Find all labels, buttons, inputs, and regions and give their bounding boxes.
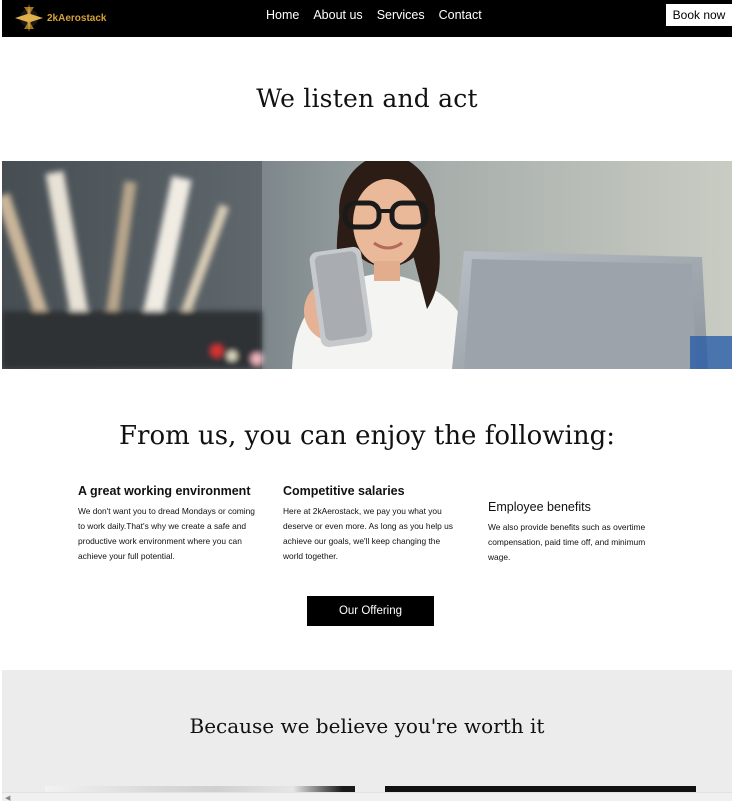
benefit-heading: Competitive salaries — [283, 484, 405, 498]
book-now-button[interactable]: Book now — [666, 4, 732, 26]
our-offering-button[interactable]: Our Offering — [307, 596, 434, 626]
page: 2kAerostack Home About us Services Conta… — [2, 0, 732, 801]
benefits-title: From us, you can enjoy the following: — [118, 421, 615, 451]
benefit-body: We don't want you to dread Mondays or co… — [78, 506, 255, 561]
woman-with-phone-photo — [2, 161, 732, 369]
benefit-card: Employee benefits We also provide benefi… — [488, 500, 666, 565]
nav-links: Home About us Services Contact — [266, 0, 482, 30]
benefit-body: We also provide benefits such as overtim… — [488, 522, 646, 562]
nav-link-home[interactable]: Home — [266, 8, 299, 22]
benefit-body: Here at 2kAerostack, we pay you what you… — [283, 506, 453, 561]
horizontal-scrollbar[interactable]: ◀ — [2, 792, 732, 801]
brand-name: 2kAerostack — [47, 12, 107, 24]
nav-link-about-us[interactable]: About us — [313, 8, 362, 22]
worth-title: Because we believe you're worth it — [189, 714, 545, 738]
nav-link-services[interactable]: Services — [377, 8, 425, 22]
brand-logo[interactable]: 2kAerostack — [14, 3, 106, 33]
benefit-card: A great working environment We don't wan… — [78, 484, 256, 564]
top-nav: 2kAerostack Home About us Services Conta… — [2, 0, 732, 37]
benefit-heading: Employee benefits — [488, 500, 591, 514]
hero-title: We listen and act — [256, 84, 478, 113]
scroll-left-icon[interactable]: ◀ — [5, 794, 10, 801]
hero-photo — [2, 161, 732, 369]
nav-link-contact[interactable]: Contact — [439, 8, 482, 22]
benefit-heading: A great working environment — [78, 484, 251, 498]
benefit-card: Competitive salaries Here at 2kAerostack… — [283, 484, 461, 564]
airplane-icon — [15, 4, 43, 32]
